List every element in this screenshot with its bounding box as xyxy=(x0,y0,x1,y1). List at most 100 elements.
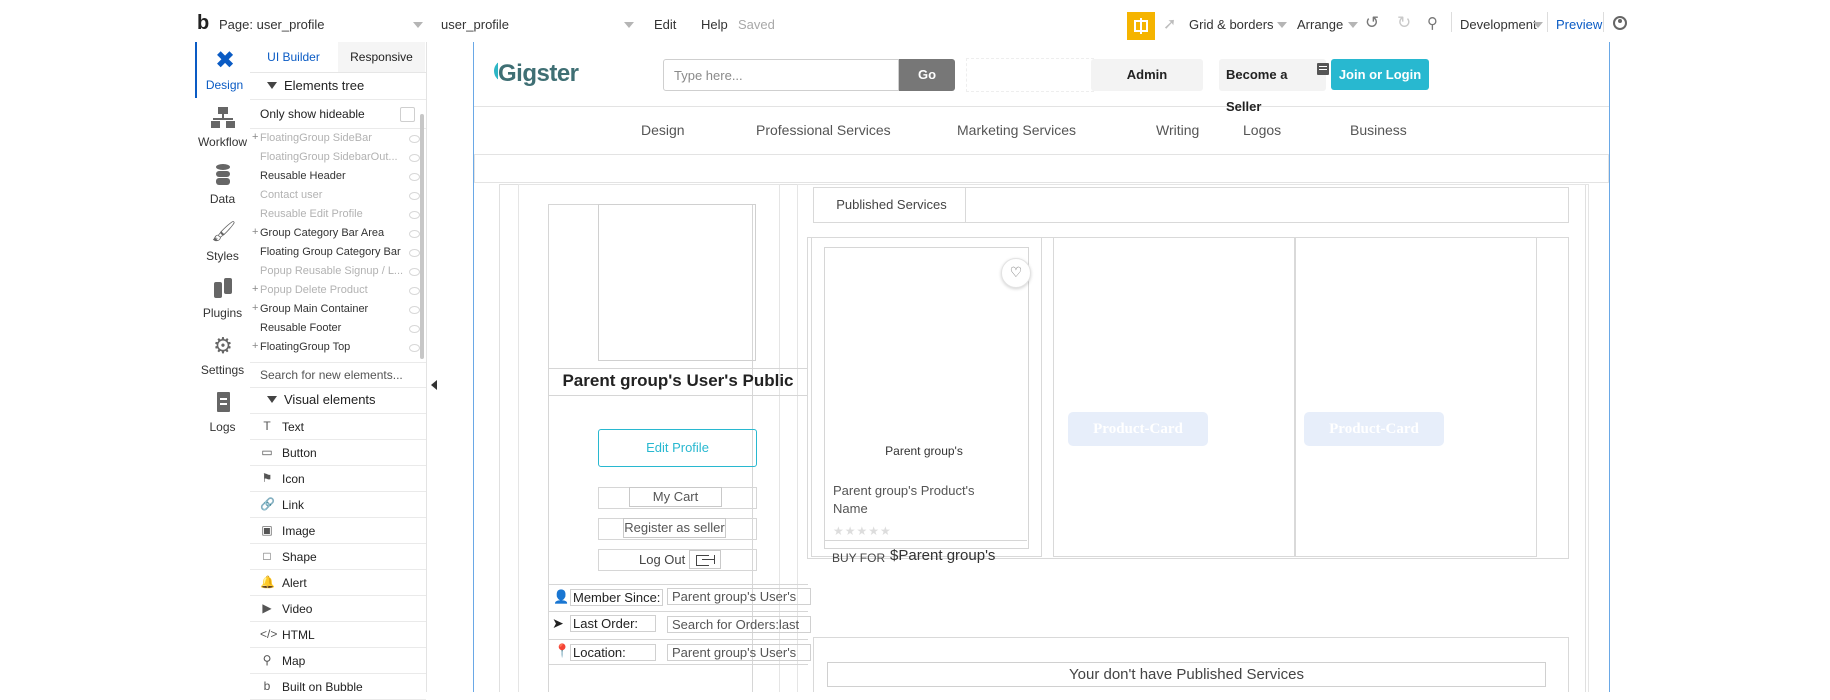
edit-profile-button[interactable]: Edit Profile xyxy=(598,429,757,467)
expand-icon[interactable]: + xyxy=(252,131,258,143)
tree-item[interactable]: Reusable Header xyxy=(250,167,426,186)
eye-icon[interactable] xyxy=(409,230,420,238)
cursor-icon[interactable]: ➚ xyxy=(1163,14,1176,34)
tree-item[interactable]: + FloatingGroup Top xyxy=(250,338,426,357)
go-button[interactable]: Go xyxy=(899,59,955,91)
tree-item[interactable]: Popup Reusable Signup / L... xyxy=(250,262,426,281)
category-marketing-services[interactable]: Marketing Services xyxy=(957,122,1076,138)
visual-element-item[interactable]: ▭ Button xyxy=(250,440,426,466)
eye-icon[interactable] xyxy=(409,249,420,257)
eye-icon[interactable] xyxy=(409,154,420,162)
visual-element-item[interactable]: ⚑ Icon xyxy=(250,466,426,492)
category-business[interactable]: Business xyxy=(1350,122,1407,138)
nav-styles[interactable]: 🖌 Styles xyxy=(195,213,250,269)
nav-data[interactable]: Data xyxy=(195,156,250,212)
visual-element-item[interactable]: ▶ Video xyxy=(250,596,426,622)
document-icon xyxy=(211,392,235,414)
expand-icon[interactable]: + xyxy=(252,302,258,314)
nav-plugins[interactable]: Plugins xyxy=(195,270,250,326)
category-design[interactable]: Design xyxy=(641,122,685,138)
element-type-icon: ▭ xyxy=(261,445,273,459)
product-price: $Parent group's xyxy=(890,547,996,564)
admin-button[interactable]: Admin xyxy=(1091,59,1203,91)
nav-settings[interactable]: ⚙ Settings xyxy=(195,327,250,383)
expand-icon[interactable]: + xyxy=(252,283,258,295)
nav-design[interactable]: ✖ Design xyxy=(195,42,252,98)
my-cart-button[interactable]: My Cart xyxy=(629,487,722,507)
grid-borders-menu[interactable]: Grid & borders xyxy=(1189,17,1274,32)
tree-item[interactable]: Reusable Footer xyxy=(250,319,426,338)
chevron-down-icon[interactable] xyxy=(413,22,423,28)
visual-element-item[interactable]: b Built on Bubble xyxy=(250,674,426,700)
tree-item[interactable]: FloatingGroup SidebarOut... xyxy=(250,148,426,167)
element-search-input[interactable]: Search for new elements... xyxy=(260,368,403,382)
expand-icon[interactable]: + xyxy=(252,340,258,352)
tree-item[interactable]: + Group Category Bar Area xyxy=(250,224,426,243)
tree-item[interactable]: + FloatingGroup SideBar xyxy=(250,129,426,148)
visual-element-item[interactable]: </> HTML xyxy=(250,622,426,648)
menu-edit[interactable]: Edit xyxy=(654,17,676,32)
search-input[interactable]: Type here... xyxy=(663,59,899,91)
logout-icon[interactable] xyxy=(689,550,721,569)
tab-published-services[interactable]: Published Services xyxy=(818,187,966,223)
tree-item[interactable]: Reusable Edit Profile xyxy=(250,205,426,224)
tab-responsive[interactable]: Responsive xyxy=(338,42,425,72)
chevron-down-icon[interactable] xyxy=(1533,22,1543,28)
category-logos[interactable]: Logos xyxy=(1243,122,1281,138)
visual-element-item[interactable]: □ Shape xyxy=(250,544,426,570)
menu-help[interactable]: Help xyxy=(701,17,728,32)
visual-element-item[interactable]: ▣ Image xyxy=(250,518,426,544)
favorite-button[interactable]: ♡ xyxy=(1001,258,1031,288)
chevron-down-icon[interactable] xyxy=(624,22,634,28)
environment-selector[interactable]: Development xyxy=(1460,17,1537,32)
bubble-logo-icon[interactable]: b xyxy=(197,12,209,35)
element-selector[interactable]: user_profile xyxy=(441,17,509,32)
visual-element-item[interactable]: 🔔 Alert xyxy=(250,570,426,596)
eye-icon[interactable] xyxy=(409,192,420,200)
arrange-menu[interactable]: Arrange xyxy=(1297,17,1343,32)
elements-tree-header[interactable]: Elements tree xyxy=(250,73,426,100)
category-professional-services[interactable]: Professional Services xyxy=(756,122,891,138)
search-icon[interactable]: ⚲ xyxy=(1427,14,1438,32)
logout-label[interactable]: Log Out xyxy=(639,552,685,567)
tree-item[interactable]: Floating Group Category Bar xyxy=(250,243,426,262)
join-login-button[interactable]: Join or Login xyxy=(1331,59,1429,90)
visual-element-item[interactable]: T Text xyxy=(250,414,426,440)
tab-ui-builder[interactable]: UI Builder xyxy=(250,42,337,72)
preview-link[interactable]: Preview xyxy=(1556,17,1602,32)
nav-workflow[interactable]: Workflow xyxy=(195,99,250,155)
gift-icon[interactable] xyxy=(1127,12,1155,40)
profile-image[interactable] xyxy=(598,204,756,361)
become-seller-button[interactable]: Become a Seller xyxy=(1219,59,1326,114)
page-selector[interactable]: Page: user_profile xyxy=(219,17,325,32)
visual-elements-header[interactable]: Visual elements xyxy=(250,387,426,414)
register-seller-button[interactable]: Register as seller xyxy=(623,518,726,538)
undo-icon[interactable]: ↺ xyxy=(1365,13,1379,33)
visual-element-label: Text xyxy=(282,420,305,434)
category-writing[interactable]: Writing xyxy=(1156,122,1199,138)
visual-element-item[interactable]: 🔗 Link xyxy=(250,492,426,518)
eye-icon[interactable] xyxy=(409,268,420,276)
eye-icon[interactable] xyxy=(409,135,420,143)
location-label: Location: xyxy=(570,644,656,661)
visual-element-item[interactable]: ⚲ Map xyxy=(250,648,426,674)
chevron-down-icon[interactable] xyxy=(1348,22,1358,28)
eye-icon[interactable] xyxy=(409,306,420,314)
eye-icon[interactable] xyxy=(409,173,420,181)
tree-item[interactable]: + Popup Delete Product xyxy=(250,281,426,300)
eye-icon[interactable] xyxy=(409,325,420,333)
eye-icon[interactable] xyxy=(409,287,420,295)
panel-scrollbar[interactable] xyxy=(420,114,424,359)
gigster-logo[interactable]: Gigster xyxy=(494,60,586,88)
only-show-hideable-checkbox[interactable] xyxy=(400,107,415,122)
eye-icon[interactable] xyxy=(409,211,420,219)
expand-icon[interactable]: + xyxy=(252,226,258,238)
nav-logs[interactable]: Logs xyxy=(195,384,250,440)
redo-icon[interactable]: ↻ xyxy=(1397,13,1411,33)
tree-item[interactable]: Contact user xyxy=(250,186,426,205)
tree-item[interactable]: + Group Main Container xyxy=(250,300,426,319)
collapse-panel-icon[interactable] xyxy=(431,380,437,390)
eye-icon[interactable] xyxy=(409,344,420,352)
chevron-down-icon[interactable] xyxy=(1277,22,1287,28)
account-icon[interactable] xyxy=(1613,16,1627,30)
